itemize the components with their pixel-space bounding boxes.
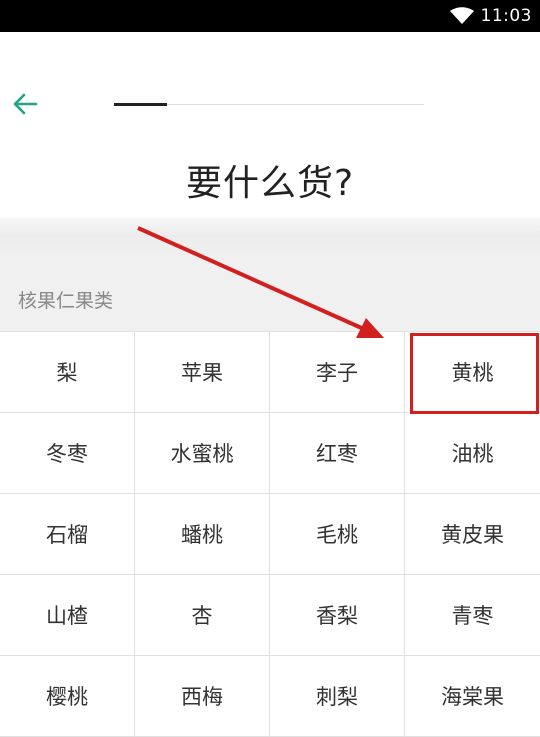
section-label: 核果仁果类 — [18, 290, 114, 312]
grid-item[interactable]: 梨 — [0, 332, 135, 413]
grid-item[interactable]: 石榴 — [0, 494, 135, 575]
grid-item[interactable]: 红枣 — [270, 413, 405, 494]
category-grid: 梨苹果 李子 黄桃冬枣 水蜜桃 红枣 油桃石榴 蟠桃 毛桃 黄皮果山楂杏香梨 青枣樱桃 西梅 刺梨 海棠… — [0, 331, 540, 737]
grid-item[interactable]: 黄皮果 — [405, 494, 540, 575]
grid-item[interactable]: 黄桃 — [405, 332, 540, 413]
page-title: 要什么货? — [185, 163, 355, 204]
grid-item[interactable]: 冬枣 — [0, 413, 135, 494]
grid-item[interactable]: 樱桃 — [0, 656, 135, 737]
grid-item[interactable]: 青枣 — [405, 575, 540, 656]
grid-item[interactable]: 香梨 — [270, 575, 405, 656]
grid-item[interactable]: 西梅 — [135, 656, 270, 737]
grid-item[interactable]: 油桃 — [405, 413, 540, 494]
progress-fill — [114, 103, 167, 106]
grid-item[interactable]: 水蜜桃 — [135, 413, 270, 494]
wifi-icon — [450, 7, 474, 24]
grid-item[interactable]: 毛桃 — [270, 494, 405, 575]
status-time: 11:03 — [480, 6, 532, 26]
grid-item[interactable]: 山楂 — [0, 575, 135, 656]
grid-item[interactable]: 苹果 — [135, 332, 270, 413]
back-button[interactable] — [8, 87, 48, 121]
grid-item[interactable]: 海棠果 — [405, 656, 540, 737]
arrow-left-icon — [13, 93, 38, 115]
status-bar: 11:03 — [0, 0, 540, 32]
grid-item[interactable]: 刺梨 — [270, 656, 405, 737]
grid-item[interactable]: 杏 — [135, 575, 270, 656]
grid-item[interactable]: 李子 — [270, 332, 405, 413]
header-shadow — [0, 218, 540, 260]
progress-bar — [114, 103, 424, 106]
grid-item[interactable]: 蟠桃 — [135, 494, 270, 575]
header: 要什么货? — [0, 32, 540, 228]
